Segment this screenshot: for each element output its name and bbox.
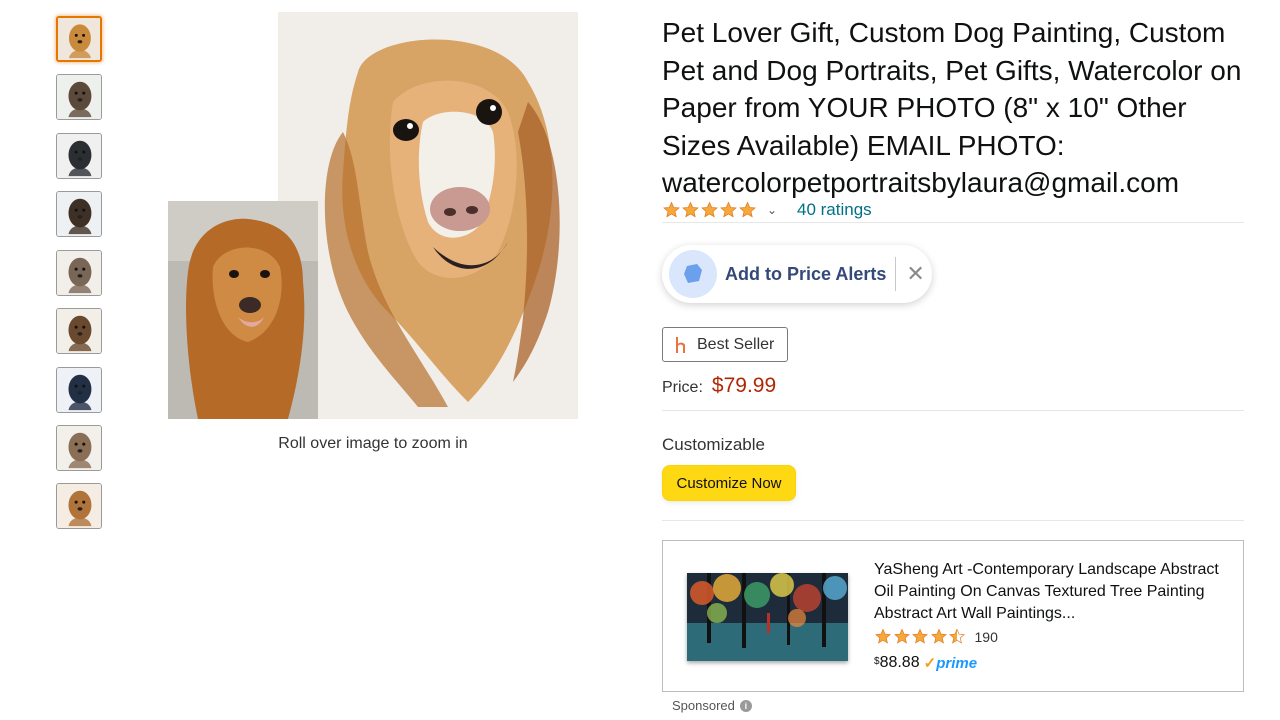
- divider: [662, 410, 1244, 411]
- prime-badge: ✓prime: [924, 654, 977, 672]
- thumbnail-puppy-portrait[interactable]: [56, 483, 102, 529]
- thumbnail-black-dog-portrait[interactable]: [56, 133, 102, 179]
- zoom-hint: Roll over image to zoom in: [278, 435, 468, 452]
- star-rating[interactable]: [662, 201, 757, 219]
- star-icon: [930, 628, 947, 644]
- price-tag-icon: [669, 250, 717, 298]
- thumbnail-greyhound-portrait[interactable]: [56, 367, 102, 413]
- ad-rating-row: 190: [874, 628, 998, 645]
- thumbnail-german-shepherd-portrait[interactable]: [56, 74, 102, 120]
- sponsored-product-card[interactable]: YaSheng Art -Contemporary Landscape Abst…: [662, 540, 1244, 692]
- price-alert-widget: Add to Price Alerts ✕: [662, 245, 932, 303]
- customizable-label: Customizable: [662, 435, 765, 454]
- star-icon: [912, 628, 928, 644]
- thumbnail-collie-portrait[interactable]: [56, 425, 102, 471]
- rating-row: ⌄ 40 ratings: [662, 198, 872, 222]
- ad-product-title[interactable]: YaSheng Art -Contemporary Landscape Abst…: [874, 559, 1234, 625]
- price-row: Price: $79.99: [662, 374, 776, 398]
- thumbnail-golden-retriever-portrait[interactable]: [56, 16, 102, 62]
- main-product-image[interactable]: [168, 12, 578, 419]
- honey-h-icon: [676, 336, 685, 353]
- sponsored-label-row: Sponsored i: [672, 698, 752, 713]
- prime-check-icon: ✓: [923, 655, 937, 672]
- close-icon[interactable]: ✕: [906, 263, 924, 285]
- ad-price: $ 88.88 ✓prime: [874, 654, 977, 672]
- ad-star-rating[interactable]: [874, 628, 967, 645]
- best-seller-badge: Best Seller: [662, 327, 788, 362]
- thumbnail-terrier-portrait[interactable]: [56, 250, 102, 296]
- price-label: Price:: [662, 379, 703, 396]
- star-icon: [701, 201, 718, 218]
- divider: [895, 257, 897, 291]
- price-value: $79.99: [711, 374, 777, 397]
- info-icon[interactable]: i: [739, 699, 752, 712]
- ad-product-image[interactable]: [687, 573, 848, 661]
- ad-price-amount: 88.88: [879, 654, 920, 671]
- star-icon: [663, 201, 680, 218]
- add-to-price-alerts-button[interactable]: Add to Price Alerts: [725, 264, 886, 285]
- thumbnail-horse-portrait[interactable]: [56, 191, 102, 237]
- chevron-down-icon[interactable]: ⌄: [767, 203, 779, 217]
- ad-rating-count[interactable]: 190: [975, 629, 998, 645]
- customize-now-button[interactable]: Customize Now: [662, 465, 796, 501]
- best-seller-label: Best Seller: [697, 335, 775, 353]
- thumbnail-spaniel-portrait[interactable]: [56, 308, 102, 354]
- sponsored-label: Sponsored: [672, 698, 735, 713]
- ratings-count-link[interactable]: 40 ratings: [797, 200, 872, 220]
- star-icon: [682, 201, 699, 218]
- star-icon: [949, 628, 965, 644]
- star-icon: [739, 201, 756, 218]
- star-icon: [720, 201, 737, 218]
- divider: [662, 520, 1244, 521]
- star-icon: [875, 628, 891, 644]
- divider: [662, 222, 1244, 223]
- product-title: Pet Lover Gift, Custom Dog Painting, Cus…: [662, 17, 1242, 198]
- prime-label: prime: [936, 655, 978, 672]
- star-icon: [893, 628, 910, 644]
